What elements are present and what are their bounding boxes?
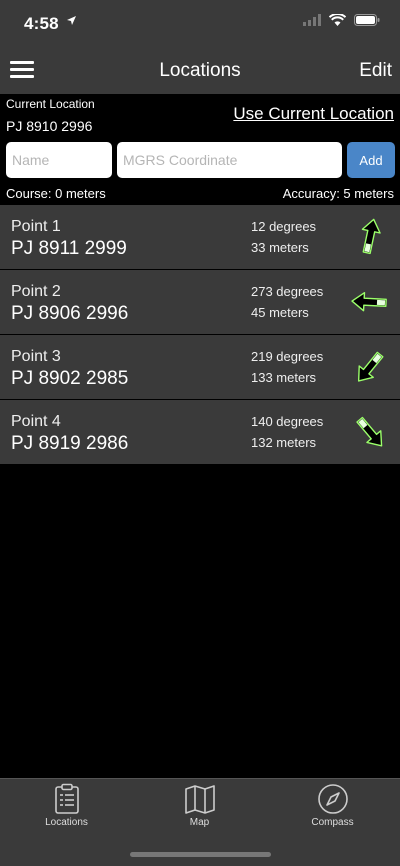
use-current-location-link[interactable]: Use Current Location [233, 104, 394, 124]
point-name: Point 3 [11, 348, 61, 365]
wifi-icon [329, 14, 346, 26]
point-distance: 133 meters [251, 370, 317, 385]
map-icon [184, 785, 215, 814]
point-distance: 132 meters [251, 435, 317, 450]
tab-label: Map [189, 817, 210, 828]
point-coordinate: PJ 8919 2986 [11, 433, 129, 454]
point-coordinate: PJ 8906 2996 [11, 303, 129, 324]
point-bearing: 140 degrees [251, 414, 324, 429]
tab-compass[interactable]: Compass [266, 779, 399, 839]
name-input[interactable] [6, 142, 112, 178]
point-bearing: 273 degrees [251, 284, 324, 299]
direction-arrow-icon [351, 291, 387, 312]
list-item[interactable]: Point 3 PJ 8902 2985 219 degrees 133 met… [0, 335, 400, 400]
battery-icon [354, 14, 380, 26]
direction-arrow-icon [356, 416, 383, 447]
status-time: 4:58 [24, 14, 59, 33]
direction-arrow-icon [357, 351, 384, 382]
point-distance: 33 meters [251, 240, 309, 255]
course-readout: Course: 0 meters [6, 186, 106, 201]
point-name: Point 4 [11, 413, 61, 430]
compass-icon [317, 784, 348, 814]
point-coordinate: PJ 8911 2999 [11, 238, 127, 259]
tab-label: Locations [45, 817, 88, 828]
clipboard-icon [54, 783, 79, 814]
add-button[interactable]: Add [347, 142, 395, 178]
direction-arrow-icon [361, 218, 381, 255]
list-item[interactable]: Point 1 PJ 8911 2999 12 degrees 33 meter… [0, 205, 400, 270]
list-item[interactable]: Point 4 PJ 8919 2986 140 degrees 132 met… [0, 400, 400, 465]
mgrs-coordinate-input[interactable] [117, 142, 342, 178]
points-list: Point 1 PJ 8911 2999 12 degrees 33 meter… [0, 205, 400, 465]
point-name: Point 1 [11, 218, 61, 235]
status-bar: 4:58 [0, 0, 400, 44]
current-location-value: PJ 8910 2996 [6, 118, 93, 134]
tab-label: Compass [311, 817, 354, 828]
point-bearing: 219 degrees [251, 349, 324, 364]
accuracy-readout: Accuracy: 5 meters [282, 186, 394, 201]
edit-button[interactable]: Edit [359, 60, 392, 82]
point-name: Point 2 [11, 283, 61, 300]
list-item[interactable]: Point 2 PJ 8906 2996 273 degrees 45 mete… [0, 270, 400, 335]
point-bearing: 12 degrees [251, 219, 317, 234]
page-title: Locations [159, 60, 241, 81]
navigation-bar: Locations Edit [0, 44, 400, 94]
location-arrow-icon [67, 16, 76, 25]
home-indicator [130, 852, 271, 857]
point-distance: 45 meters [251, 305, 309, 320]
current-location-label: Current Location [6, 97, 95, 111]
tab-map[interactable]: Map [133, 779, 266, 839]
tab-locations[interactable]: Locations [0, 779, 133, 839]
cellular-signal-icon [303, 14, 321, 26]
point-coordinate: PJ 8902 2985 [11, 368, 129, 389]
status-indicators [303, 14, 380, 26]
